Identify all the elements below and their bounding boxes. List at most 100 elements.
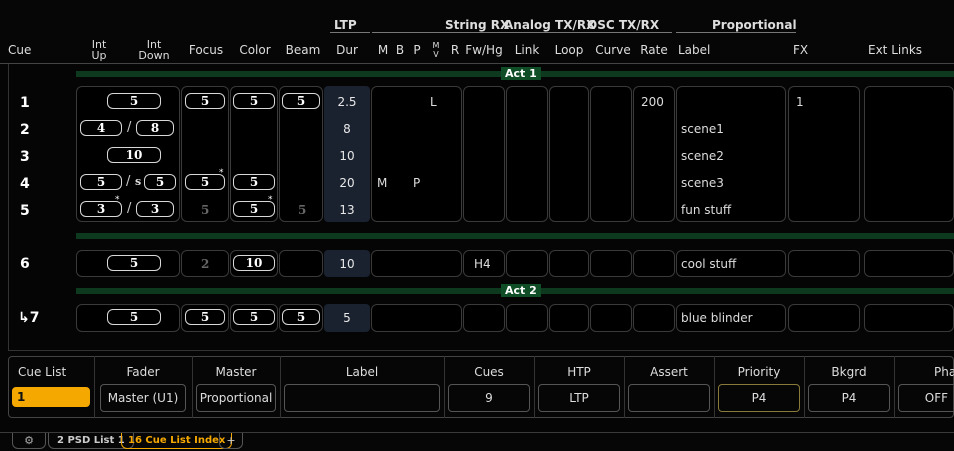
label-value[interactable]: scene3 [681, 176, 724, 190]
int-up-value[interactable]: 5 [107, 255, 161, 271]
p-value[interactable]: L [430, 95, 437, 109]
col-rate[interactable]: Rate [636, 36, 672, 64]
int-separator: / [127, 201, 132, 216]
cues-header: Cues [474, 365, 504, 379]
panel-link-7 [506, 304, 548, 332]
focus-value[interactable]: 5 [185, 93, 225, 109]
beam-value[interactable]: 5 [282, 93, 320, 109]
cue-number[interactable]: ↳7 [18, 310, 39, 326]
settings-tab[interactable]: ⚙ [12, 433, 46, 449]
label-value[interactable]: fun stuff [681, 203, 731, 217]
color-value[interactable]: 10 [233, 255, 275, 271]
mark-asterisk: * [268, 195, 273, 205]
label-value[interactable]: blue blinder [681, 311, 753, 325]
htp-header: HTP [567, 365, 591, 379]
bkgrd-header: Bkgrd [831, 365, 867, 379]
panel-beam-6 [279, 250, 323, 277]
fader-field[interactable]: Master (U1) [100, 384, 186, 412]
col-ext-links[interactable]: Ext Links [868, 36, 938, 64]
col-curve[interactable]: Curve [592, 36, 634, 64]
col-m[interactable]: M [377, 36, 389, 64]
dur-value[interactable]: 5 [325, 311, 369, 325]
col-dur[interactable]: Dur [328, 36, 366, 64]
panel-link-1 [506, 86, 548, 222]
col-cue[interactable]: Cue [8, 36, 48, 64]
p-value[interactable]: P [413, 176, 420, 190]
master-field[interactable]: Proportional [196, 384, 276, 412]
dur-value[interactable]: 20 [325, 176, 369, 190]
cue-list-field[interactable]: 1 [12, 387, 90, 407]
dur-value[interactable]: 13 [325, 203, 369, 217]
cue-number[interactable]: 6 [20, 256, 30, 272]
priority-field[interactable]: P4 [718, 384, 800, 412]
part-bar-blank[interactable] [76, 233, 954, 239]
panel-rate-7 [633, 304, 675, 332]
col-b[interactable]: B [394, 36, 406, 64]
bkgrd-field[interactable]: P4 [808, 384, 890, 412]
dur-value[interactable]: 8 [325, 122, 369, 136]
focus-value[interactable]: 5 [185, 309, 225, 325]
col-r[interactable]: R [449, 36, 461, 64]
panel-mbp-1 [371, 86, 462, 222]
col-loop[interactable]: Loop [550, 36, 588, 64]
panel-fwhg-1 [463, 86, 505, 222]
int-up-value[interactable]: 10 [107, 147, 161, 163]
group-proportional: Proportional [712, 18, 797, 32]
col-beam[interactable]: Beam [283, 36, 323, 64]
col-focus[interactable]: Focus [184, 36, 228, 64]
int-up-value[interactable]: 5 [107, 93, 161, 109]
dur-value[interactable]: 10 [325, 257, 369, 271]
cue-number[interactable]: 4 [20, 176, 30, 192]
int-up-value[interactable]: 5 [107, 309, 161, 325]
col-int-up[interactable]: Int Up [82, 36, 116, 64]
col-fx[interactable]: FX [793, 36, 813, 64]
beam-value[interactable]: 5 [282, 309, 320, 325]
col-mv[interactable]: MV [430, 36, 442, 64]
col-color[interactable]: Color [234, 36, 276, 64]
col-int-down[interactable]: Int Down [136, 36, 172, 64]
assert-field[interactable] [628, 384, 710, 412]
tab-cue-list-index[interactable]: 16 Cue List Index [121, 433, 233, 449]
color-value[interactable]: 5 [233, 309, 275, 325]
phantom-field[interactable]: OFF [898, 384, 954, 412]
beam-value[interactable]: 5 [298, 203, 306, 217]
int-down-value[interactable]: 8 [136, 120, 174, 136]
color-value[interactable]: 5 [233, 93, 275, 109]
label-field[interactable] [284, 384, 440, 412]
priority-header: Priority [737, 365, 781, 379]
int-down-value[interactable]: 5 [144, 174, 176, 190]
label-value[interactable]: scene1 [681, 122, 724, 136]
int-separator: / [127, 120, 132, 135]
col-p[interactable]: P [411, 36, 423, 64]
label-value[interactable]: scene2 [681, 149, 724, 163]
cue-number[interactable]: 1 [20, 95, 30, 111]
col-fwhg[interactable]: Fw/Hg [463, 36, 505, 64]
panel-ext-1 [864, 86, 954, 222]
rate-value[interactable]: 200 [641, 95, 664, 109]
dur-value[interactable]: 10 [325, 149, 369, 163]
int-up-value[interactable]: 4 [80, 120, 122, 136]
fwhg-value[interactable]: H4 [474, 257, 491, 271]
m-value[interactable]: M [377, 176, 387, 190]
master-header: Master [215, 365, 257, 379]
color-value[interactable]: 5 [233, 174, 275, 190]
htp-field[interactable]: LTP [538, 384, 620, 412]
label-value[interactable]: cool stuff [681, 257, 736, 271]
focus-value[interactable]: 2 [201, 257, 209, 271]
col-label[interactable]: Label [678, 36, 718, 64]
cue-number[interactable]: 2 [20, 122, 30, 138]
focus-value[interactable]: 5 [201, 203, 209, 217]
int-separator: / [126, 174, 131, 189]
cue-number[interactable]: 5 [20, 203, 30, 219]
dur-value[interactable]: 2.5 [325, 95, 369, 109]
int-up-value[interactable]: 5 [80, 174, 122, 190]
cues-field[interactable]: 9 [448, 384, 530, 412]
col-link[interactable]: Link [509, 36, 545, 64]
cue-number[interactable]: 3 [20, 149, 30, 165]
panel-loop-7 [549, 304, 589, 332]
int-down-value[interactable]: 3 [136, 201, 174, 217]
cue-list-header: Cue List [18, 365, 67, 379]
fx-value[interactable]: 1 [796, 95, 804, 109]
group-string-rx: String RX [445, 18, 510, 32]
tab-add[interactable]: + [219, 433, 243, 449]
